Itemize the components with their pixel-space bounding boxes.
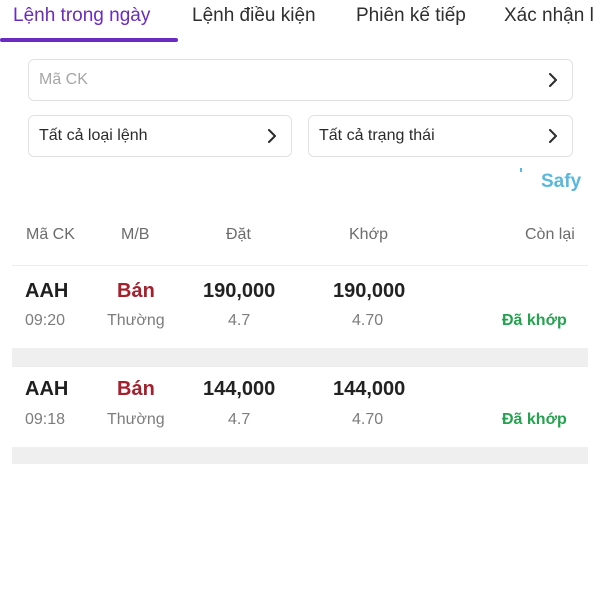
order-symbol: AAH [25, 280, 69, 302]
order-quantity: 190,000 [203, 280, 276, 302]
order-symbol: AAH [25, 378, 69, 400]
order-price: 4.7 [228, 312, 251, 329]
order-type-value: Tất cả loại lệnh [39, 127, 148, 144]
brand-logo: Safy [541, 171, 582, 192]
matched-price: 4.70 [352, 312, 384, 329]
order-type: Thường [107, 312, 165, 329]
order-time: 09:20 [25, 312, 66, 329]
order-tabs: Lệnh trong ngày Lệnh điều kiện Phiên kế … [0, 0, 600, 42]
symbol-search-placeholder: Mã CK [39, 71, 88, 88]
chevron-right-icon [268, 129, 276, 143]
order-type-select[interactable]: Tất cả loại lệnh [28, 115, 292, 157]
column-header-remaining: Còn lại [525, 226, 575, 243]
matched-quantity: 190,000 [333, 280, 406, 302]
column-header-order: Đặt [226, 226, 251, 243]
tab-confirm[interactable]: Xác nhận l [504, 4, 594, 28]
order-side: Bán [117, 280, 155, 302]
symbol-search-field[interactable]: Mã CK [28, 59, 573, 101]
column-header-side: M/B [121, 226, 150, 243]
row-separator [12, 447, 588, 464]
order-price: 4.7 [228, 411, 251, 428]
order-status-badge: Đã khớp [502, 411, 567, 428]
order-status-badge: Đã khớp [502, 312, 567, 329]
order-status-value: Tất cả trạng thái [319, 127, 435, 144]
column-header-match: Khớp [349, 226, 388, 243]
chevron-right-icon [549, 129, 557, 143]
column-header-symbol: Mã CK [26, 226, 75, 243]
active-tab-indicator [0, 38, 178, 42]
order-row[interactable]: AAH 09:20 Bán Thường 190,000 4.7 190,000… [12, 265, 588, 349]
order-type: Thường [107, 411, 165, 428]
matched-price: 4.70 [352, 411, 384, 428]
tab-next-session[interactable]: Phiên kế tiếp [356, 4, 466, 28]
order-row[interactable]: AAH 09:18 Bán Thường 144,000 4.7 144,000… [12, 366, 588, 448]
chevron-right-icon [549, 73, 557, 87]
row-separator [12, 348, 588, 366]
tab-intraday-orders[interactable]: Lệnh trong ngày [13, 4, 150, 28]
order-status-select[interactable]: Tất cả trạng thái [308, 115, 573, 157]
tab-conditional-orders[interactable]: Lệnh điều kiện [192, 4, 316, 28]
order-time: 09:18 [25, 411, 66, 428]
order-side: Bán [117, 378, 155, 400]
order-quantity: 144,000 [203, 378, 276, 400]
brand-mark-dot [520, 168, 522, 172]
orders-screen: Lệnh trong ngày Lệnh điều kiện Phiên kế … [0, 0, 600, 600]
matched-quantity: 144,000 [333, 378, 406, 400]
